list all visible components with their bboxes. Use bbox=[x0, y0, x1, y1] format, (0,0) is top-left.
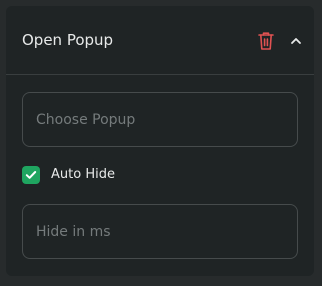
trash-icon bbox=[258, 32, 274, 50]
delete-button[interactable] bbox=[256, 30, 276, 52]
choose-popup-input[interactable] bbox=[23, 93, 297, 146]
auto-hide-row: Auto Hide bbox=[22, 166, 115, 184]
auto-hide-label[interactable]: Auto Hide bbox=[51, 166, 115, 184]
panel-title: Open Popup bbox=[22, 31, 114, 49]
hide-delay-input[interactable] bbox=[23, 205, 297, 258]
chevron-up-icon bbox=[291, 38, 301, 44]
collapse-button[interactable] bbox=[289, 33, 303, 47]
choose-popup-field[interactable] bbox=[22, 92, 298, 147]
auto-hide-checkbox[interactable] bbox=[22, 166, 40, 184]
action-panel: Open Popup Auto Hide bbox=[6, 6, 314, 276]
hide-delay-field[interactable] bbox=[22, 204, 298, 259]
panel-header[interactable]: Open Popup bbox=[6, 6, 314, 75]
checkmark-icon bbox=[25, 171, 37, 179]
